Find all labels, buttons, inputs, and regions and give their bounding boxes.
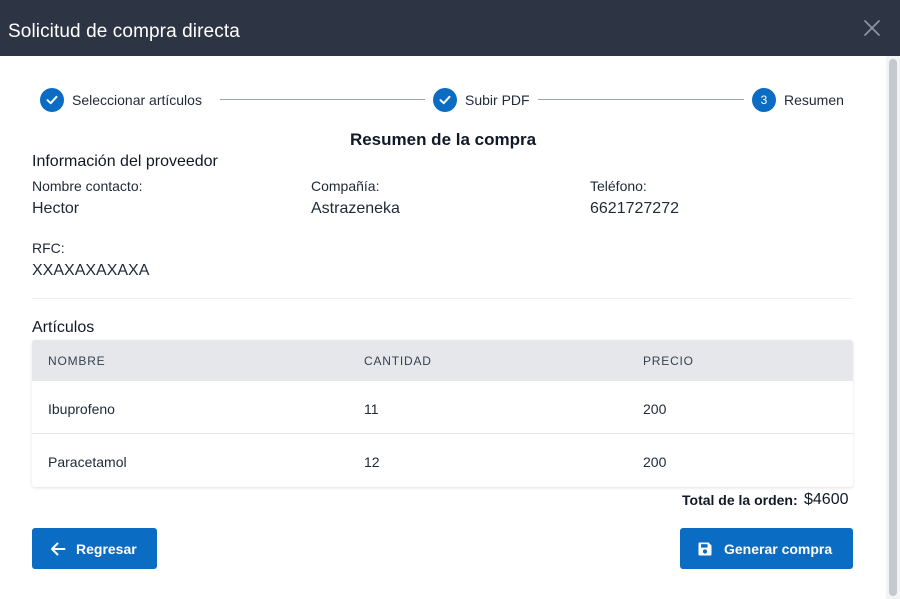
scrollbar-thumb[interactable] bbox=[889, 59, 897, 596]
generate-purchase-button[interactable]: Generar compra bbox=[680, 528, 853, 569]
items-section-title: Artículos bbox=[32, 319, 95, 336]
scrollbar[interactable] bbox=[886, 56, 900, 599]
save-icon bbox=[698, 542, 712, 555]
item-name: Ibuprofeno bbox=[48, 401, 115, 417]
back-button[interactable]: Regresar bbox=[32, 528, 157, 569]
step-connector bbox=[538, 99, 744, 100]
table-header: NOMBRE CANTIDAD PRECIO bbox=[32, 340, 853, 381]
item-quantity: 11 bbox=[364, 401, 379, 417]
item-price: 200 bbox=[643, 401, 667, 417]
item-price: 200 bbox=[643, 454, 667, 470]
table-row: Ibuprofeno 11 200 bbox=[32, 381, 853, 434]
table-row: Paracetamol 12 200 bbox=[32, 434, 853, 487]
check-icon bbox=[433, 88, 457, 112]
items-table: NOMBRE CANTIDAD PRECIO Ibuprofeno 11 200… bbox=[32, 340, 853, 487]
rfc-label: RFC: bbox=[32, 240, 65, 256]
company-label: Compañía: bbox=[311, 178, 380, 194]
back-button-label: Regresar bbox=[76, 540, 137, 557]
company-value: Astrazeneka bbox=[311, 200, 400, 217]
summary-title: Resumen de la compra bbox=[349, 130, 537, 149]
step-label: Resumen bbox=[784, 92, 844, 108]
phone-label: Teléfono: bbox=[590, 178, 647, 194]
step-number: 3 bbox=[752, 88, 776, 112]
check-icon bbox=[40, 88, 64, 112]
purchase-request-dialog: Solicitud de compra directa Seleccionar … bbox=[0, 0, 900, 599]
phone-value: 6621727272 bbox=[590, 200, 679, 217]
rfc-value: XXAXAXAXAXA bbox=[32, 262, 150, 279]
step-upload-pdf[interactable]: Subir PDF bbox=[433, 88, 530, 112]
order-total-value: $4600 bbox=[804, 491, 849, 508]
close-icon[interactable] bbox=[863, 19, 881, 37]
contact-name-value: Hector bbox=[32, 200, 80, 217]
contact-name-label: Nombre contacto: bbox=[32, 178, 143, 194]
column-header-quantity[interactable]: CANTIDAD bbox=[364, 354, 432, 368]
generate-purchase-label: Generar compra bbox=[724, 540, 833, 557]
provider-section-title: Información del proveedor bbox=[32, 153, 218, 170]
step-label: Seleccionar artículos bbox=[72, 92, 202, 108]
arrow-left-icon bbox=[51, 542, 66, 555]
column-header-price[interactable]: PRECIO bbox=[643, 354, 694, 368]
order-total-label: Total de la orden: bbox=[682, 492, 798, 508]
dialog-title: Solicitud de compra directa bbox=[8, 21, 240, 42]
step-summary[interactable]: 3 Resumen bbox=[752, 88, 844, 112]
step-connector bbox=[220, 99, 425, 100]
column-header-name[interactable]: NOMBRE bbox=[48, 354, 105, 368]
stepper: Seleccionar artículos Subir PDF 3 Resume… bbox=[40, 88, 853, 112]
dialog-header: Solicitud de compra directa bbox=[0, 0, 900, 56]
item-name: Paracetamol bbox=[48, 454, 127, 470]
item-quantity: 12 bbox=[364, 454, 380, 470]
section-divider bbox=[32, 298, 853, 299]
step-select-items[interactable]: Seleccionar artículos bbox=[40, 88, 202, 112]
step-label: Subir PDF bbox=[465, 92, 530, 108]
